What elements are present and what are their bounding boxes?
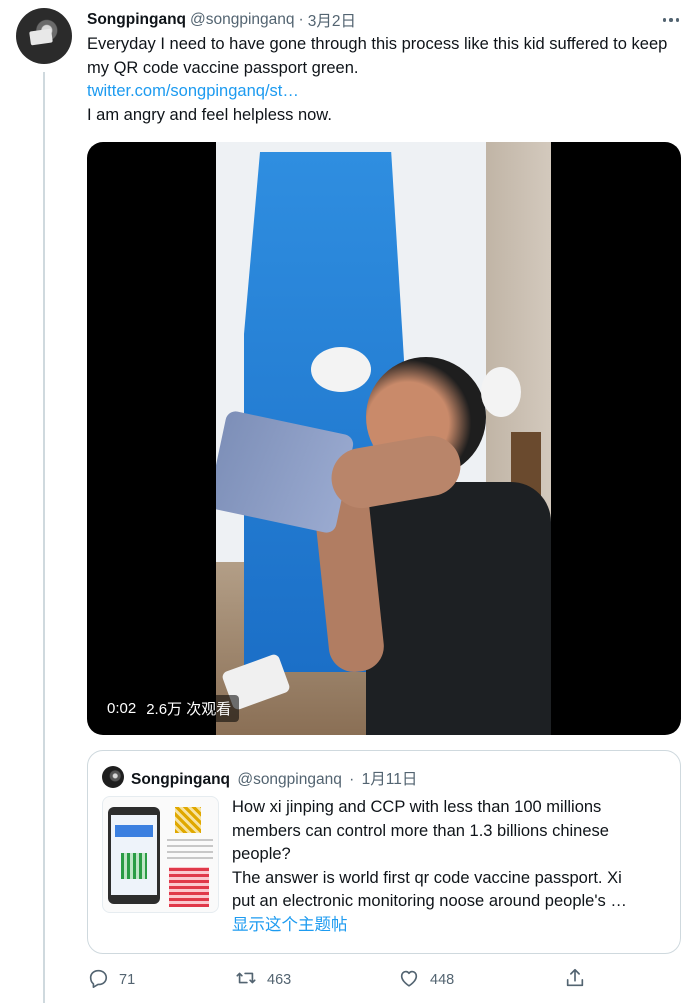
tweet-date[interactable]: 3月2日 — [308, 9, 356, 31]
quoted-text-line: people? — [232, 845, 291, 863]
tweet-text: Everyday I need to have gone through thi… — [87, 33, 677, 127]
more-icon[interactable] — [658, 10, 684, 30]
video-views: 2.6万 次观看 — [146, 701, 232, 718]
quoted-header: Songpinganq @songpinganq · 1月11日 — [131, 767, 417, 789]
author-handle[interactable]: @songpinganq — [190, 11, 295, 29]
reply-count: 71 — [119, 972, 136, 988]
quoted-text-line: The answer is world first qr code vaccin… — [232, 868, 622, 887]
quoted-text-line: How xi jinping and CCP with less than 10… — [232, 798, 602, 816]
avatar[interactable] — [16, 8, 72, 64]
video-player[interactable]: 0:02 2.6万 次观看 — [87, 142, 681, 735]
heart-icon — [398, 967, 420, 993]
show-thread-link[interactable]: 显示这个主题帖 — [232, 914, 668, 938]
quoted-text-line: put an electronic monitoring noose aroun… — [232, 892, 627, 910]
quoted-thumbnail — [102, 796, 219, 913]
tweet-text-line1: Everyday I need to have gone through thi… — [87, 35, 668, 77]
separator: · — [298, 11, 304, 28]
like-button[interactable]: 448 — [398, 966, 454, 994]
quoted-author-name: Songpinganq — [131, 771, 231, 788]
quoted-author-handle: @songpinganq — [237, 771, 342, 788]
quoted-date: 1月11日 — [361, 771, 418, 788]
thread-line — [43, 72, 45, 1003]
video-overlay: 0:02 2.6万 次观看 — [99, 695, 240, 722]
reply-button[interactable]: 71 — [87, 966, 135, 994]
quoted-tweet[interactable]: Songpinganq @songpinganq · 1月11日 How xi … — [87, 750, 681, 954]
separator: · — [349, 771, 355, 788]
retweet-button[interactable]: 463 — [235, 966, 291, 994]
quoted-text: How xi jinping and CCP with less than 10… — [232, 796, 668, 937]
author-name[interactable]: Songpinganq — [87, 11, 186, 29]
share-icon — [564, 967, 586, 993]
reply-icon — [87, 967, 109, 993]
share-button[interactable] — [564, 966, 586, 994]
tweet-text-line2: I am angry and feel helpless now. — [87, 105, 332, 124]
quoted-text-line: members can control more than 1.3 billio… — [232, 821, 609, 840]
video-duration: 0:02 — [107, 700, 137, 717]
action-bar: 71 463 448 — [87, 966, 681, 994]
tweet-header: Songpinganq @songpinganq · 3月2日 — [87, 10, 684, 30]
retweet-icon — [235, 967, 257, 993]
video-frame[interactable] — [216, 142, 551, 735]
retweet-count: 463 — [267, 972, 292, 988]
quoted-avatar — [102, 766, 124, 788]
like-count: 448 — [430, 972, 455, 988]
tweet-link[interactable]: twitter.com/songpinganq/st… — [87, 80, 677, 104]
